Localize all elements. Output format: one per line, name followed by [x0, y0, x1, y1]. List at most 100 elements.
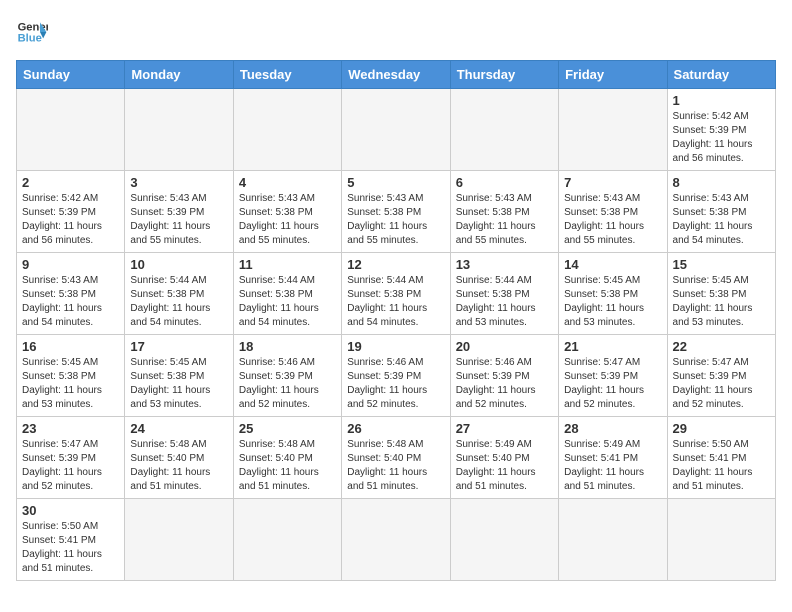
calendar-cell: 4Sunrise: 5:43 AMSunset: 5:38 PMDaylight…: [233, 171, 341, 253]
page-header: General Blue: [16, 16, 776, 48]
day-info: Sunrise: 5:43 AMSunset: 5:38 PMDaylight:…: [347, 192, 444, 248]
day-info: Sunrise: 5:49 AMSunset: 5:41 PMDaylight:…: [564, 438, 661, 494]
day-number: 26: [347, 421, 444, 436]
day-info: Sunrise: 5:43 AMSunset: 5:38 PMDaylight:…: [673, 192, 770, 248]
calendar-cell: 23 Sunrise: 5:47 AMSunset: 5:39 PMDayligh…: [17, 417, 125, 499]
calendar-cell: 17 Sunrise: 5:45 AMSunset: 5:38 PMDayligh…: [125, 335, 233, 417]
day-number: 4: [239, 175, 336, 190]
weekday-header-friday: Friday: [559, 61, 667, 89]
calendar-cell: 6 Sunrise: 5:43 AMSunset: 5:38 PMDaylight…: [450, 171, 558, 253]
day-info: Sunrise: 5:42 AMSunset: 5:39 PMDaylight:…: [22, 192, 119, 248]
day-number: 21: [564, 339, 661, 354]
calendar-cell: 2 Sunrise: 5:42 AMSunset: 5:39 PMDaylight…: [17, 171, 125, 253]
day-info: Sunrise: 5:48 AMSunset: 5:40 PMDaylight:…: [130, 438, 227, 494]
calendar-cell: 25Sunrise: 5:48 AMSunset: 5:40 PMDayligh…: [233, 417, 341, 499]
day-number: 19: [347, 339, 444, 354]
calendar-cell: 8 Sunrise: 5:43 AMSunset: 5:38 PMDaylight…: [667, 171, 775, 253]
calendar-cell: 10Sunrise: 5:44 AMSunset: 5:38 PMDayligh…: [125, 253, 233, 335]
day-info: Sunrise: 5:45 AMSunset: 5:38 PMDaylight:…: [130, 356, 227, 412]
calendar-cell: [559, 499, 667, 581]
day-number: 9: [22, 257, 119, 272]
day-info: Sunrise: 5:45 AMSunset: 5:38 PMDaylight:…: [673, 274, 770, 330]
day-number: 18: [239, 339, 336, 354]
calendar-cell: [342, 89, 450, 171]
day-number: 7: [564, 175, 661, 190]
day-number: 23: [22, 421, 119, 436]
day-number: 5: [347, 175, 444, 190]
day-info: Sunrise: 5:43 AMSunset: 5:39 PMDaylight:…: [130, 192, 227, 248]
calendar-week-row: 30Sunrise: 5:50 AMSunset: 5:41 PMDayligh…: [17, 499, 776, 581]
calendar-cell: 28 Sunrise: 5:49 AMSunset: 5:41 PMDayligh…: [559, 417, 667, 499]
calendar-cell: 22 Sunrise: 5:47 AMSunset: 5:39 PMDayligh…: [667, 335, 775, 417]
day-info: Sunrise: 5:46 AMSunset: 5:39 PMDaylight:…: [239, 356, 336, 412]
calendar-cell: [559, 89, 667, 171]
day-info: Sunrise: 5:43 AMSunset: 5:38 PMDaylight:…: [564, 192, 661, 248]
calendar-cell: [450, 499, 558, 581]
calendar-cell: 13Sunrise: 5:44 AMSunset: 5:38 PMDayligh…: [450, 253, 558, 335]
day-number: 12: [347, 257, 444, 272]
day-info: Sunrise: 5:46 AMSunset: 5:39 PMDaylight:…: [456, 356, 553, 412]
weekday-header-row: SundayMondayTuesdayWednesdayThursdayFrid…: [17, 61, 776, 89]
day-number: 15: [673, 257, 770, 272]
day-number: 8: [673, 175, 770, 190]
calendar-cell: 24 Sunrise: 5:48 AMSunset: 5:40 PMDayligh…: [125, 417, 233, 499]
day-info: Sunrise: 5:43 AMSunset: 5:38 PMDaylight:…: [456, 192, 553, 248]
calendar-week-row: 1 Sunrise: 5:42 AMSunset: 5:39 PMDaylight…: [17, 89, 776, 171]
calendar-cell: [17, 89, 125, 171]
calendar-cell: [233, 499, 341, 581]
day-info: Sunrise: 5:50 AMSunset: 5:41 PMDaylight:…: [673, 438, 770, 494]
calendar-cell: 21Sunrise: 5:47 AMSunset: 5:39 PMDayligh…: [559, 335, 667, 417]
day-number: 28: [564, 421, 661, 436]
day-number: 16: [22, 339, 119, 354]
day-info: Sunrise: 5:44 AMSunset: 5:38 PMDaylight:…: [347, 274, 444, 330]
day-info: Sunrise: 5:50 AMSunset: 5:41 PMDaylight:…: [22, 520, 119, 576]
day-number: 10: [130, 257, 227, 272]
day-number: 17: [130, 339, 227, 354]
calendar-cell: 11 Sunrise: 5:44 AMSunset: 5:38 PMDayligh…: [233, 253, 341, 335]
day-info: Sunrise: 5:43 AMSunset: 5:38 PMDaylight:…: [22, 274, 119, 330]
calendar-cell: 7 Sunrise: 5:43 AMSunset: 5:38 PMDaylight…: [559, 171, 667, 253]
calendar-cell: [342, 499, 450, 581]
calendar-cell: [667, 499, 775, 581]
weekday-header-tuesday: Tuesday: [233, 61, 341, 89]
calendar-cell: 20 Sunrise: 5:46 AMSunset: 5:39 PMDayligh…: [450, 335, 558, 417]
day-number: 2: [22, 175, 119, 190]
day-info: Sunrise: 5:47 AMSunset: 5:39 PMDaylight:…: [673, 356, 770, 412]
calendar-cell: 1 Sunrise: 5:42 AMSunset: 5:39 PMDaylight…: [667, 89, 775, 171]
weekday-header-thursday: Thursday: [450, 61, 558, 89]
calendar-cell: 27 Sunrise: 5:49 AMSunset: 5:40 PMDayligh…: [450, 417, 558, 499]
calendar-cell: 16Sunrise: 5:45 AMSunset: 5:38 PMDayligh…: [17, 335, 125, 417]
svg-text:Blue: Blue: [18, 33, 42, 45]
calendar-cell: 29Sunrise: 5:50 AMSunset: 5:41 PMDayligh…: [667, 417, 775, 499]
calendar-cell: 5 Sunrise: 5:43 AMSunset: 5:38 PMDaylight…: [342, 171, 450, 253]
day-number: 11: [239, 257, 336, 272]
day-info: Sunrise: 5:47 AMSunset: 5:39 PMDaylight:…: [22, 438, 119, 494]
logo: General Blue: [16, 16, 48, 48]
weekday-header-sunday: Sunday: [17, 61, 125, 89]
day-info: Sunrise: 5:48 AMSunset: 5:40 PMDaylight:…: [347, 438, 444, 494]
logo-icon: General Blue: [16, 16, 48, 48]
calendar-week-row: 9 Sunrise: 5:43 AMSunset: 5:38 PMDaylight…: [17, 253, 776, 335]
day-info: Sunrise: 5:42 AMSunset: 5:39 PMDaylight:…: [673, 110, 770, 166]
calendar-cell: 14Sunrise: 5:45 AMSunset: 5:38 PMDayligh…: [559, 253, 667, 335]
calendar-cell: 18 Sunrise: 5:46 AMSunset: 5:39 PMDayligh…: [233, 335, 341, 417]
day-number: 20: [456, 339, 553, 354]
calendar-cell: 12 Sunrise: 5:44 AMSunset: 5:38 PMDayligh…: [342, 253, 450, 335]
calendar-table: SundayMondayTuesdayWednesdayThursdayFrid…: [16, 60, 776, 581]
day-info: Sunrise: 5:49 AMSunset: 5:40 PMDaylight:…: [456, 438, 553, 494]
day-number: 1: [673, 93, 770, 108]
day-number: 22: [673, 339, 770, 354]
day-number: 27: [456, 421, 553, 436]
weekday-header-wednesday: Wednesday: [342, 61, 450, 89]
day-number: 25: [239, 421, 336, 436]
weekday-header-saturday: Saturday: [667, 61, 775, 89]
day-info: Sunrise: 5:44 AMSunset: 5:38 PMDaylight:…: [239, 274, 336, 330]
calendar-cell: 26 Sunrise: 5:48 AMSunset: 5:40 PMDayligh…: [342, 417, 450, 499]
day-number: 24: [130, 421, 227, 436]
day-info: Sunrise: 5:46 AMSunset: 5:39 PMDaylight:…: [347, 356, 444, 412]
day-number: 6: [456, 175, 553, 190]
day-number: 3: [130, 175, 227, 190]
weekday-header-monday: Monday: [125, 61, 233, 89]
day-info: Sunrise: 5:44 AMSunset: 5:38 PMDaylight:…: [456, 274, 553, 330]
calendar-cell: 15 Sunrise: 5:45 AMSunset: 5:38 PMDayligh…: [667, 253, 775, 335]
